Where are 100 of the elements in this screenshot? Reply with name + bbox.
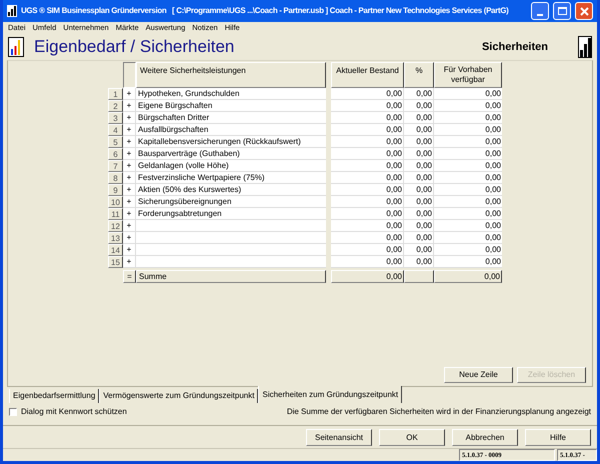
table-cell: 0,00 <box>331 124 404 136</box>
table-cell: 0,00 <box>331 172 404 184</box>
table-cell: 0,00 <box>434 244 502 256</box>
row-number: 4 <box>108 124 123 136</box>
window-title: UGS ® SIM Businessplan Gründerversion [ C:\Programme\UGS ...\Coach - Partner.usb ] Coach - Partner New Technologies Services (PartG) <box>21 5 510 17</box>
table-cell: 0,00 <box>434 208 502 220</box>
table-cell: Geldanlagen (volle Höhe) <box>136 160 326 172</box>
table-cell: 0,00 <box>331 220 404 232</box>
table-cell: Aktien (50% des Kurswertes) <box>136 184 326 196</box>
row-sign: + <box>123 220 136 232</box>
table-cell: 0,00 <box>404 208 434 220</box>
table-cell: Bürgschaften Dritter <box>136 112 326 124</box>
total-sign: = <box>123 270 136 283</box>
bar-chart-icon <box>8 37 24 57</box>
table-cell: 0,00 <box>404 160 434 172</box>
row-sign: + <box>123 172 136 184</box>
table-cell: 0,00 <box>404 88 434 100</box>
table-cell: 0,00 <box>434 160 502 172</box>
table-cell: 0,00 <box>404 220 434 232</box>
column-header: Weitere Sicherheitsleistungen <box>136 62 326 88</box>
app-icon <box>7 5 17 17</box>
table-cell: Sicherungsübereignungen <box>136 196 326 208</box>
row-number: 15 <box>108 256 123 268</box>
table-cell: 0,00 <box>331 196 404 208</box>
row-sign: + <box>123 196 136 208</box>
row-number: 3 <box>108 112 123 124</box>
table-cell: 0,00 <box>434 184 502 196</box>
table-cell: Bausparverträge (Guthaben) <box>136 148 326 160</box>
row-number: 8 <box>108 172 123 184</box>
table-cell: 0,00 <box>404 136 434 148</box>
close-icon <box>580 6 588 16</box>
table-cell: 0,00 <box>404 244 434 256</box>
column-header: % <box>404 62 434 88</box>
table-cell: Ausfallbürgschaften <box>136 124 326 136</box>
table-cell: 0,00 <box>331 208 404 220</box>
dialog-button[interactable]: Seitenansicht <box>306 429 372 446</box>
dialog-button[interactable]: OK <box>379 429 445 446</box>
tab[interactable]: Eigenbedarfsermittlung <box>9 389 100 403</box>
table-cell: 0,00 <box>331 184 404 196</box>
page-title: Eigenbedarf / Sicherheiten <box>34 36 236 58</box>
row-sign: + <box>123 112 136 124</box>
close-button[interactable] <box>575 2 593 20</box>
table-cell: 0,00 <box>404 232 434 244</box>
tab[interactable]: Sicherheiten zum Gründungszeitpunkt <box>258 386 402 403</box>
row-sign: + <box>123 124 136 136</box>
table-cell: 0,00 <box>331 256 404 268</box>
table-cell: 0,00 <box>404 100 434 112</box>
info-text: Die Summe der verfügbaren Sicherheiten wird in der Finanzierungsplanung angezeigt <box>286 406 591 418</box>
row-sign: + <box>123 148 136 160</box>
header-cell <box>123 62 136 88</box>
row-sign: + <box>123 136 136 148</box>
minimize-button[interactable] <box>531 2 549 20</box>
row-number: 7 <box>108 160 123 172</box>
table-cell: 0,00 <box>434 256 502 268</box>
table-cell: 0,00 <box>434 148 502 160</box>
row-number: 10 <box>108 196 123 208</box>
table-cell: 0,00 <box>331 88 404 100</box>
table-cell: 0,00 <box>434 124 502 136</box>
table-cell: 0,00 <box>331 100 404 112</box>
checkbox[interactable] <box>9 408 17 416</box>
table-cell: 0,00 <box>434 220 502 232</box>
row-number: 14 <box>108 244 123 256</box>
row-number: 2 <box>108 100 123 112</box>
total-cell <box>404 270 434 283</box>
table-cell: 0,00 <box>404 172 434 184</box>
table-cell: 0,00 <box>331 244 404 256</box>
column-header: Aktueller Bestand <box>331 62 404 88</box>
row-sign: + <box>123 88 136 100</box>
row-sign: + <box>123 100 136 112</box>
row-number: 5 <box>108 136 123 148</box>
maximize-button[interactable] <box>553 2 571 20</box>
row-number: 11 <box>108 208 123 220</box>
dialog-button[interactable]: Hilfe <box>525 429 591 446</box>
row-number: 1 <box>108 88 123 100</box>
row-sign: + <box>123 256 136 268</box>
table-cell: 0,00 <box>331 160 404 172</box>
table-cell: 0,00 <box>404 148 434 160</box>
table-cell: 0,00 <box>404 112 434 124</box>
table-cell: 0,00 <box>434 88 502 100</box>
column-header: Für Vorhaben verfügbar <box>434 62 502 88</box>
table-cell: 0,00 <box>434 136 502 148</box>
section-title: Sicherheiten <box>482 40 548 55</box>
table-cell: 0,00 <box>404 124 434 136</box>
table-cell: 0,00 <box>404 256 434 268</box>
row-sign: + <box>123 184 136 196</box>
row-button[interactable]: Neue Zeile <box>444 367 513 383</box>
table-cell: Forderungsabtretungen <box>136 208 326 220</box>
tab[interactable]: Vermögenswerte zum Gründungszeitpunkt <box>99 389 258 403</box>
total-cell: 0,00 <box>331 270 404 283</box>
row-sign: + <box>123 160 136 172</box>
table-cell: 0,00 <box>434 100 502 112</box>
row-sign: + <box>123 208 136 220</box>
dialog-button[interactable]: Abbrechen <box>452 429 518 446</box>
table-cell: Kapitallebensversicherungen (Rückkaufswert) <box>136 136 326 148</box>
checkbox-label: Dialog mit Kennwort schützen <box>21 406 128 418</box>
table-cell: 0,00 <box>331 136 404 148</box>
table-cell: 0,00 <box>331 112 404 124</box>
total-cell: 0,00 <box>434 270 502 283</box>
table-cell: 0,00 <box>404 184 434 196</box>
row-number: 6 <box>108 148 123 160</box>
